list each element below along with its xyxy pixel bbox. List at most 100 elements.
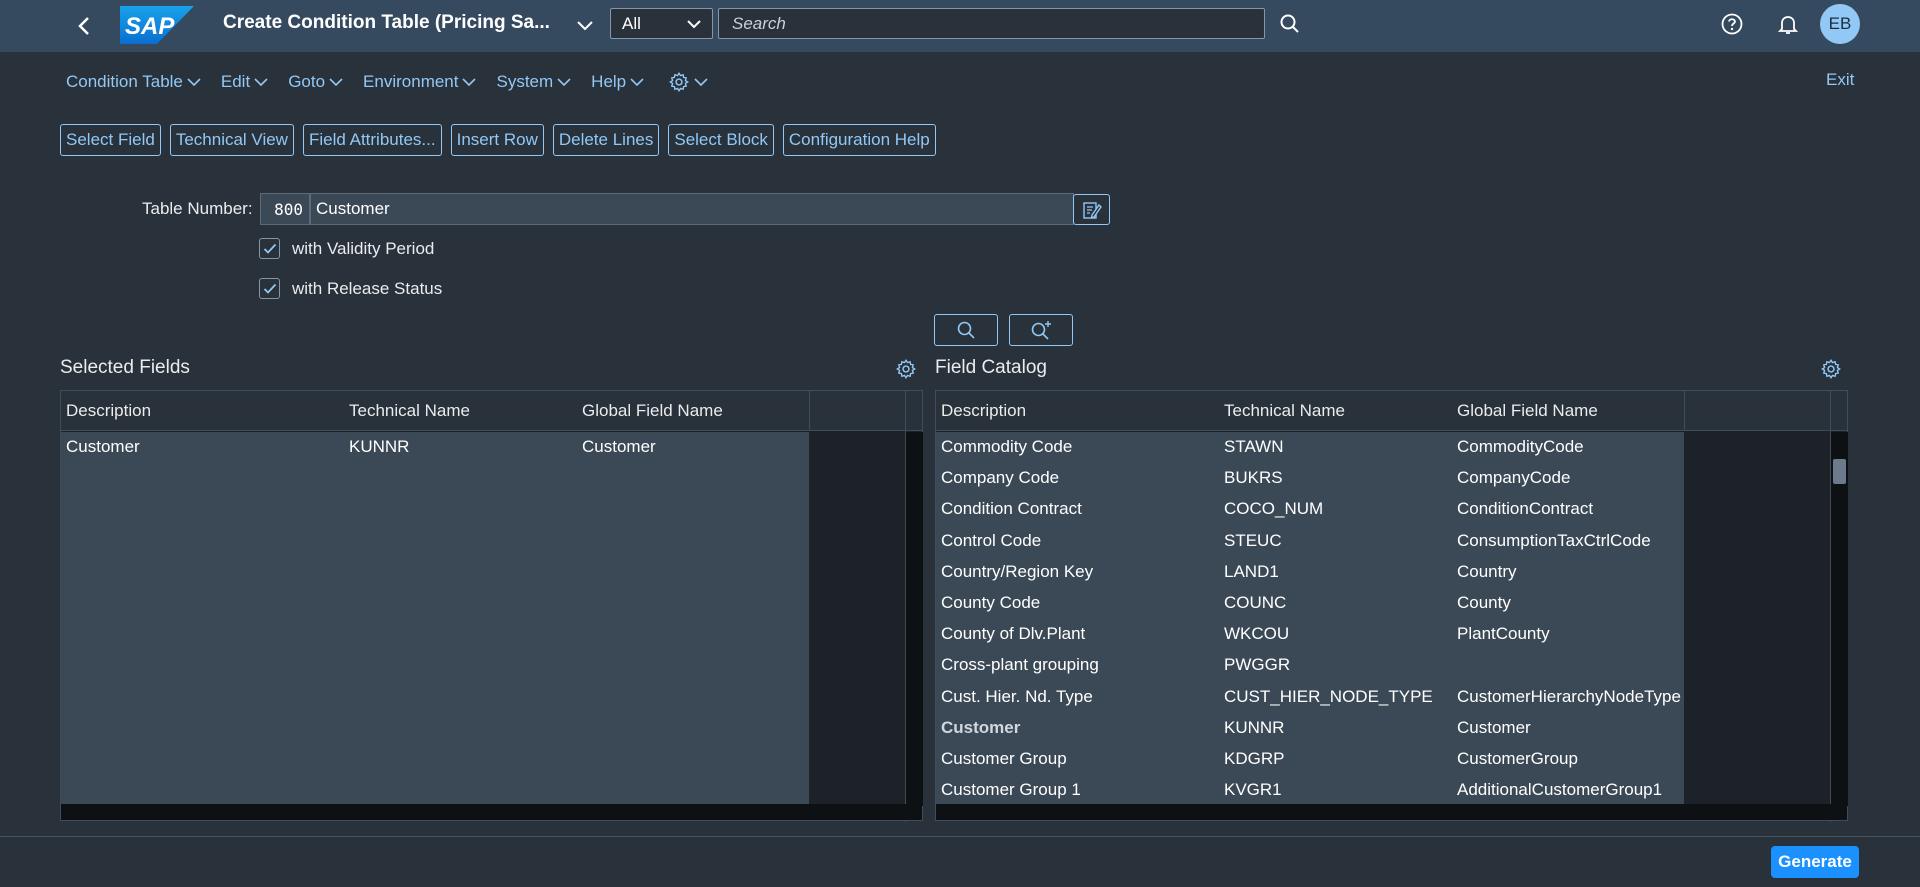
cell-global-field-name: CustomerHierarchyNodeType [1457, 686, 1681, 706]
column-header-technical-name[interactable]: Technical Name [1224, 401, 1345, 421]
table-row[interactable]: Customer Group KDGRP CustomerGroup [936, 744, 1684, 775]
cell-technical-name: CUST_HIER_NODE_TYPE [1224, 686, 1433, 706]
field-attributes-button[interactable]: Field Attributes... [302, 124, 442, 156]
cell-global-field-name: PlantCounty [1457, 624, 1550, 644]
table-number-field[interactable]: 800 [260, 193, 310, 225]
search-icon[interactable] [1277, 11, 1303, 37]
column-header-global-field-name[interactable]: Global Field Name [1457, 401, 1598, 421]
checkmark-icon [263, 283, 276, 294]
release-status-option[interactable]: with Release Status [259, 278, 442, 299]
release-status-checkbox[interactable] [259, 278, 280, 299]
table-row[interactable]: Commodity Code STAWN CommodityCode [936, 432, 1684, 463]
find-button[interactable] [934, 314, 998, 346]
search-plus-icon [1031, 321, 1051, 340]
app-title: Create Condition Table (Pricing Sa... [223, 12, 550, 33]
table-row[interactable]: Country/Region Key LAND1 Country [936, 557, 1684, 588]
edit-icon [1082, 201, 1102, 219]
checkmark-icon [263, 243, 276, 254]
table-row[interactable]: Control Code STEUC ConsumptionTaxCtrlCode [936, 526, 1684, 557]
toolbar: Select Field Technical View Field Attrib… [60, 124, 945, 156]
cell-technical-name: KVGR1 [1224, 780, 1282, 800]
table-row[interactable]: Cross-plant grouping PWGGR [936, 650, 1684, 681]
menu-label: Environment [363, 72, 459, 91]
vertical-scrollbar[interactable] [906, 432, 923, 806]
chevron-down-icon [462, 78, 477, 87]
table-row[interactable]: County of Dlv.Plant WKCOU PlantCounty [936, 619, 1684, 650]
cell-description: County of Dlv.Plant [941, 624, 1086, 644]
table-row[interactable]: County Code COUNC County [936, 588, 1684, 619]
menu-edit[interactable]: Edit [221, 70, 268, 94]
select-block-button[interactable]: Select Block [668, 124, 774, 156]
sap-logo[interactable]: SAP [120, 6, 194, 44]
cell-global-field-name: County [1457, 593, 1511, 612]
column-header-description[interactable]: Description [66, 401, 151, 421]
delete-lines-button[interactable]: Delete Lines [552, 124, 660, 156]
table-row[interactable]: Customer KUNNR Customer [936, 713, 1684, 744]
cell-description: Cust. Hier. Nd. Type [941, 686, 1093, 706]
column-header-global-field-name[interactable]: Global Field Name [582, 401, 723, 421]
search-input[interactable]: Search [718, 8, 1265, 39]
cell-description: Condition Contract [941, 499, 1082, 519]
menu-help[interactable]: Help [591, 70, 644, 94]
help-button[interactable] [1718, 10, 1746, 38]
search-icon [957, 321, 975, 339]
table-row[interactable]: Condition Contract COCO_NUM ConditionContr… [936, 494, 1684, 525]
menu-environment[interactable]: Environment [363, 70, 477, 94]
vertical-scrollbar[interactable] [1831, 432, 1848, 806]
scrollbar-thumb[interactable] [1833, 459, 1846, 484]
chevron-down-icon [187, 78, 201, 87]
cell-global-field-name: Customer [1457, 717, 1531, 737]
menu-system[interactable]: System [496, 70, 571, 94]
search-scope-select[interactable]: All [610, 8, 713, 39]
cell-global-field-name: CommodityCode [1457, 437, 1584, 456]
validity-period-option[interactable]: with Validity Period [259, 238, 434, 259]
cell-technical-name: KDGRP [1224, 749, 1285, 768]
validity-period-checkbox[interactable] [259, 238, 280, 259]
horizontal-scrollbar[interactable] [61, 804, 922, 820]
cell-description: Customer [941, 717, 1021, 737]
avatar[interactable]: EB [1820, 4, 1860, 44]
cell-description: Company Code [941, 468, 1060, 488]
technical-view-button[interactable]: Technical View [169, 124, 294, 156]
table-name-field[interactable]: Customer [310, 193, 1074, 225]
notifications-button[interactable] [1774, 10, 1802, 38]
horizontal-scrollbar[interactable] [936, 804, 1847, 820]
menu-settings[interactable] [664, 70, 708, 94]
cell-description: Control Code [941, 530, 1042, 550]
chevron-down-icon[interactable] [574, 14, 596, 36]
menu-bar: Condition Table Edit Goto Environment Sy… [66, 70, 728, 94]
exit-button[interactable]: Exit [1826, 70, 1854, 90]
configuration-help-button[interactable]: Configuration Help [782, 124, 936, 156]
cell-technical-name: BUKRS [1224, 468, 1283, 488]
find-next-button[interactable] [1009, 314, 1073, 346]
table-row[interactable]: Customer KUNNR Customer [61, 432, 809, 463]
table-row[interactable]: Cust. Hier. Nd. Type CUST_HIER_NODE_TYPE C… [936, 682, 1684, 713]
cell-global-field-name: ConditionContract [1457, 499, 1594, 519]
cell-global-field-name: ConsumptionTaxCtrlCode [1457, 530, 1651, 550]
svg-text:SAP: SAP [125, 13, 175, 40]
table-row[interactable]: Company Code BUKRS CompanyCode [936, 463, 1684, 494]
menu-goto[interactable]: Goto [288, 70, 343, 94]
cell-description: Cross-plant grouping [941, 655, 1099, 675]
gear-icon[interactable] [1820, 358, 1842, 380]
selected-fields-table: Description Technical Name Global Field … [60, 390, 923, 822]
help-icon [1721, 13, 1743, 35]
insert-row-button[interactable]: Insert Row [450, 124, 544, 156]
back-button[interactable] [72, 12, 96, 40]
column-header-description[interactable]: Description [941, 401, 1026, 421]
cell-technical-name: KUNNR [349, 437, 410, 456]
menu-condition-table[interactable]: Condition Table [66, 70, 201, 94]
edit-description-button[interactable] [1073, 194, 1110, 225]
menu-label: Goto [288, 72, 326, 91]
column-header-technical-name[interactable]: Technical Name [349, 401, 470, 421]
gear-icon[interactable] [895, 358, 917, 380]
footer-bar [0, 836, 1920, 887]
table-row[interactable]: Customer Group 1 KVGR1 AdditionalCustomerG… [936, 775, 1684, 806]
generate-button[interactable]: Generate [1771, 846, 1859, 878]
shell-bar: SAP Create Condition Table (Pricing Sa..… [0, 0, 1920, 52]
select-field-button[interactable]: Select Field [60, 124, 161, 156]
menu-label: Condition Table [66, 72, 183, 91]
cell-global-field-name: CompanyCode [1457, 468, 1571, 488]
chevron-down-icon [630, 78, 644, 87]
bell-icon [1777, 16, 1799, 34]
